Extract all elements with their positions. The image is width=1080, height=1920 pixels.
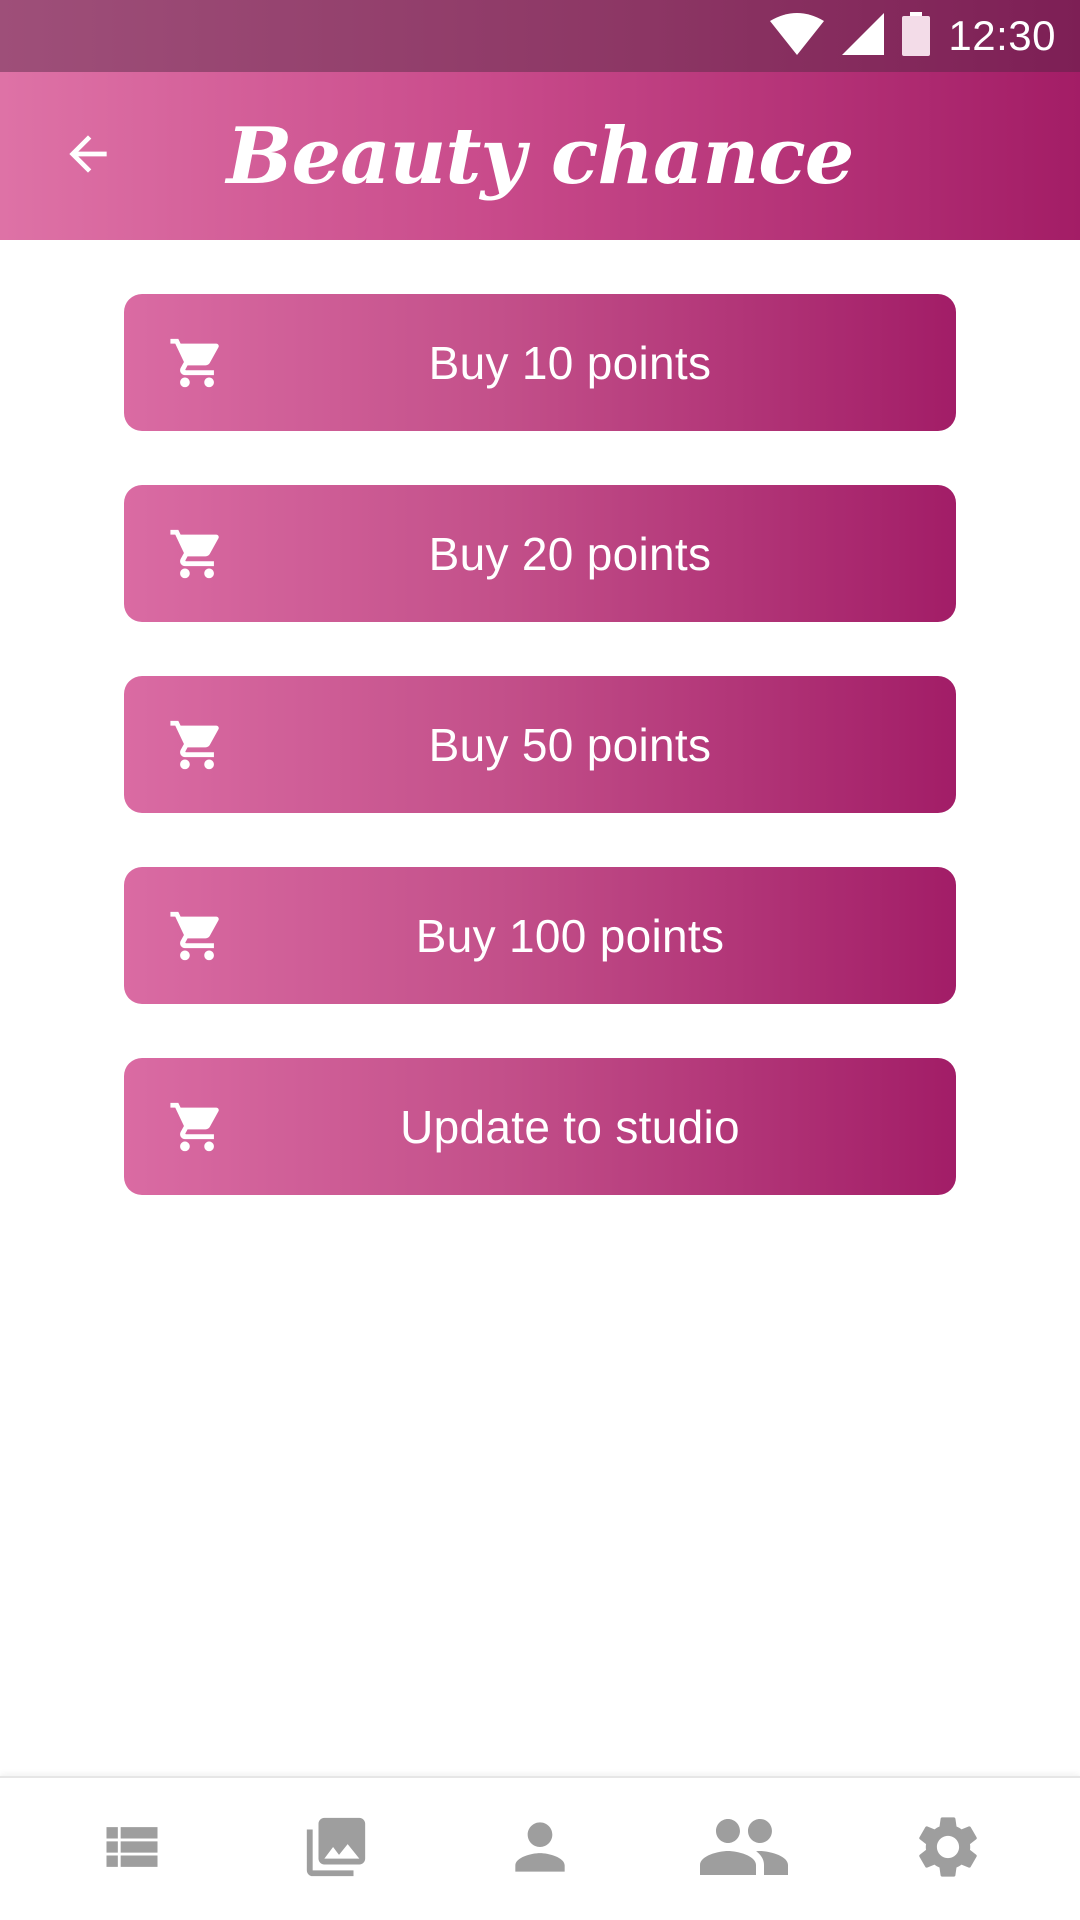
cart-icon bbox=[168, 1098, 226, 1156]
cart-icon bbox=[168, 525, 226, 583]
buy-100-points-button[interactable]: Buy 100 points bbox=[124, 867, 956, 1004]
buy-50-points-button[interactable]: Buy 50 points bbox=[124, 676, 956, 813]
nav-item-list[interactable] bbox=[72, 1789, 192, 1909]
list-icon bbox=[98, 1813, 166, 1886]
buy-options-list: Buy 10 points Buy 20 points Buy 50 point… bbox=[124, 294, 956, 1249]
photo-library-icon bbox=[301, 1812, 371, 1887]
buy-button-label: Buy 10 points bbox=[428, 336, 712, 389]
cart-icon bbox=[168, 716, 226, 774]
nav-item-profile[interactable] bbox=[480, 1789, 600, 1909]
app-bar: Beauty chance bbox=[0, 72, 1080, 240]
cart-icon bbox=[168, 907, 226, 965]
battery-icon bbox=[902, 11, 931, 61]
arrow-back-icon bbox=[60, 126, 116, 187]
nav-item-gallery[interactable] bbox=[276, 1789, 396, 1909]
update-to-studio-button[interactable]: Update to studio bbox=[124, 1058, 956, 1195]
back-button[interactable] bbox=[44, 112, 132, 200]
buy-button-label: Update to studio bbox=[400, 1100, 740, 1153]
buy-10-points-button[interactable]: Buy 10 points bbox=[124, 294, 956, 431]
app-title: Beauty chance bbox=[226, 110, 855, 202]
nav-item-settings[interactable] bbox=[888, 1789, 1008, 1909]
person-icon bbox=[503, 1810, 577, 1889]
wifi-icon bbox=[770, 12, 825, 60]
buy-20-points-button[interactable]: Buy 20 points bbox=[124, 485, 956, 622]
buy-button-label: Buy 100 points bbox=[415, 909, 725, 962]
settings-icon bbox=[911, 1810, 985, 1889]
cell-signal-icon bbox=[842, 12, 885, 60]
status-icons: 12:30 bbox=[770, 0, 1056, 72]
status-time: 12:30 bbox=[948, 12, 1056, 59]
nav-item-people[interactable] bbox=[684, 1789, 804, 1909]
buy-button-label: Buy 50 points bbox=[428, 718, 712, 771]
status-bar: 12:30 bbox=[0, 0, 1080, 72]
cart-icon bbox=[168, 334, 226, 392]
people-icon bbox=[696, 1810, 792, 1889]
bottom-navigation bbox=[0, 1776, 1080, 1920]
buy-button-label: Buy 20 points bbox=[428, 527, 712, 580]
